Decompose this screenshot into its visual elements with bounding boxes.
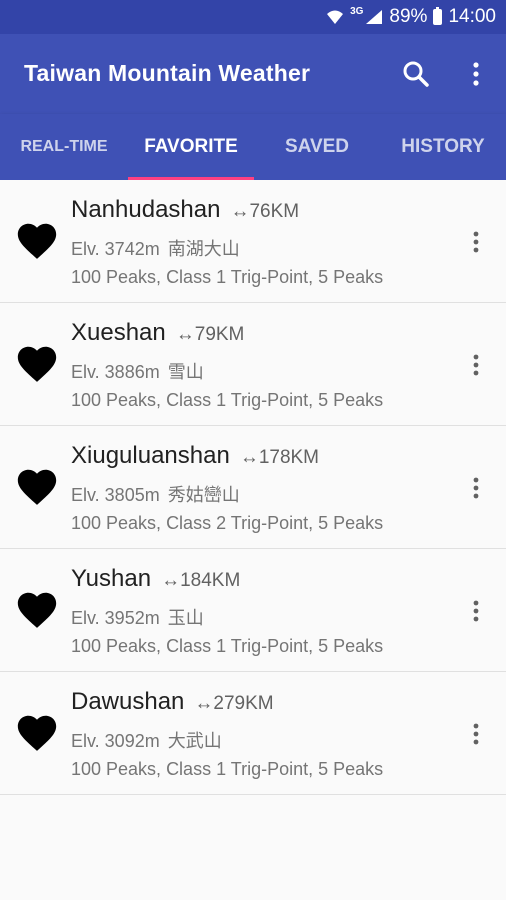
peak-elevation-line: Elv. 3952m 玉山 [71,604,204,630]
peak-distance: ↔76KM [230,201,300,222]
peak-distance: ↔178KM [239,447,320,468]
more-vert-icon [473,62,479,86]
peak-categories: 100 Peaks, Class 1 Trig-Point, 5 Peaks [71,636,384,656]
network-type: 3G [350,6,364,17]
item-menu-button[interactable] [460,470,492,506]
peak-title-line: Xiuguluanshan ↔178KM [71,442,319,470]
clock: 14:00 [448,6,496,27]
peak-distance: ↔79KM [175,324,245,345]
peak-elevation: Elv. 3805m [71,485,160,505]
peak-chinese-name: 大武山 [167,731,222,751]
more-vert-icon [473,354,479,376]
list-item[interactable]: Xueshan ↔79KM Elv. 3886m 雪山 100 Peaks, Cl… [0,303,506,426]
peak-list: Nanhudashan ↔76KM Elv. 3742m 南湖大山 100 Pea… [0,180,506,795]
heart-icon[interactable] [14,587,60,633]
peak-categories: 100 Peaks, Class 1 Trig-Point, 5 Peaks [71,759,384,779]
battery-icon [433,7,443,25]
heart-icon[interactable] [14,218,60,264]
list-item[interactable]: Dawushan ↔279KM Elv. 3092m 大武山 100 Peaks,… [0,672,506,795]
heart-icon[interactable] [14,341,60,387]
app-bar: Taiwan Mountain Weather [0,34,506,114]
peak-name: Nanhudashan [71,196,221,223]
overflow-menu-button[interactable] [458,56,494,92]
tab-label: SAVED [284,136,350,157]
peak-elevation: Elv. 3886m [71,362,160,382]
item-menu-button[interactable] [460,593,492,629]
search-button[interactable] [398,56,434,92]
more-vert-icon [473,477,479,499]
more-vert-icon [473,231,479,253]
peak-elevation-line: Elv. 3742m 南湖大山 [71,235,240,261]
tab-real-time[interactable]: REAL-TIME [0,114,128,180]
list-item[interactable]: Nanhudashan ↔76KM Elv. 3742m 南湖大山 100 Pea… [0,180,506,303]
peak-chinese-name: 玉山 [167,608,204,628]
peak-elevation: Elv. 3092m [71,731,160,751]
peak-title-line: Xueshan ↔79KM [71,319,244,347]
peak-elevation: Elv. 3952m [71,608,160,628]
battery-percent: 89% [389,6,428,27]
peak-elevation: Elv. 3742m [71,239,160,259]
peak-categories: 100 Peaks, Class 1 Trig-Point, 5 Peaks [71,390,384,410]
app-title: Taiwan Mountain Weather [24,60,311,86]
tab-saved[interactable]: SAVED [254,114,380,180]
peak-chinese-name: 南湖大山 [167,239,240,259]
tab-label: FAVORITE [144,136,238,157]
tab-favorite[interactable]: FAVORITE [128,114,254,180]
tab-label: REAL-TIME [20,138,108,155]
tab-label: HISTORY [401,136,485,157]
item-menu-button[interactable] [460,347,492,383]
peak-categories: 100 Peaks, Class 2 Trig-Point, 5 Peaks [71,513,384,533]
list-item[interactable]: Xiuguluanshan ↔178KM Elv. 3805m 秀姑巒山 100 … [0,426,506,549]
peak-name: Xueshan [71,319,166,346]
peak-elevation-line: Elv. 3805m 秀姑巒山 [71,481,240,507]
peak-name: Dawushan [71,688,185,715]
peak-elevation-line: Elv. 3886m 雪山 [71,358,204,384]
peak-chinese-name: 秀姑巒山 [167,485,240,505]
peak-name: Xiuguluanshan [71,442,230,469]
peak-title-line: Dawushan ↔279KM [71,688,274,716]
list-item[interactable]: Yushan ↔184KM Elv. 3952m 玉山 100 Peaks, Cl… [0,549,506,672]
wifi-icon [326,9,344,25]
tab-bar: REAL-TIME FAVORITE SAVED HISTORY [0,114,506,180]
item-menu-button[interactable] [460,716,492,752]
peak-elevation-line: Elv. 3092m 大武山 [71,727,222,753]
peak-chinese-name: 雪山 [167,362,204,382]
peak-distance: ↔279KM [194,693,274,714]
peak-categories: 100 Peaks, Class 1 Trig-Point, 5 Peaks [71,267,384,287]
peak-title-line: Yushan ↔184KM [71,565,240,593]
heart-icon[interactable] [14,710,60,756]
item-menu-button[interactable] [460,224,492,260]
more-vert-icon [473,600,479,622]
status-bar: 3G 89% 14:00 [0,0,506,34]
peak-name: Yushan [71,565,152,592]
peak-title-line: Nanhudashan ↔76KM [71,196,299,224]
peak-distance: ↔184KM [161,570,241,591]
signal-icon [365,9,383,25]
heart-icon[interactable] [14,464,60,510]
more-vert-icon [473,723,479,745]
search-icon [403,61,429,87]
tab-history[interactable]: HISTORY [380,114,506,180]
